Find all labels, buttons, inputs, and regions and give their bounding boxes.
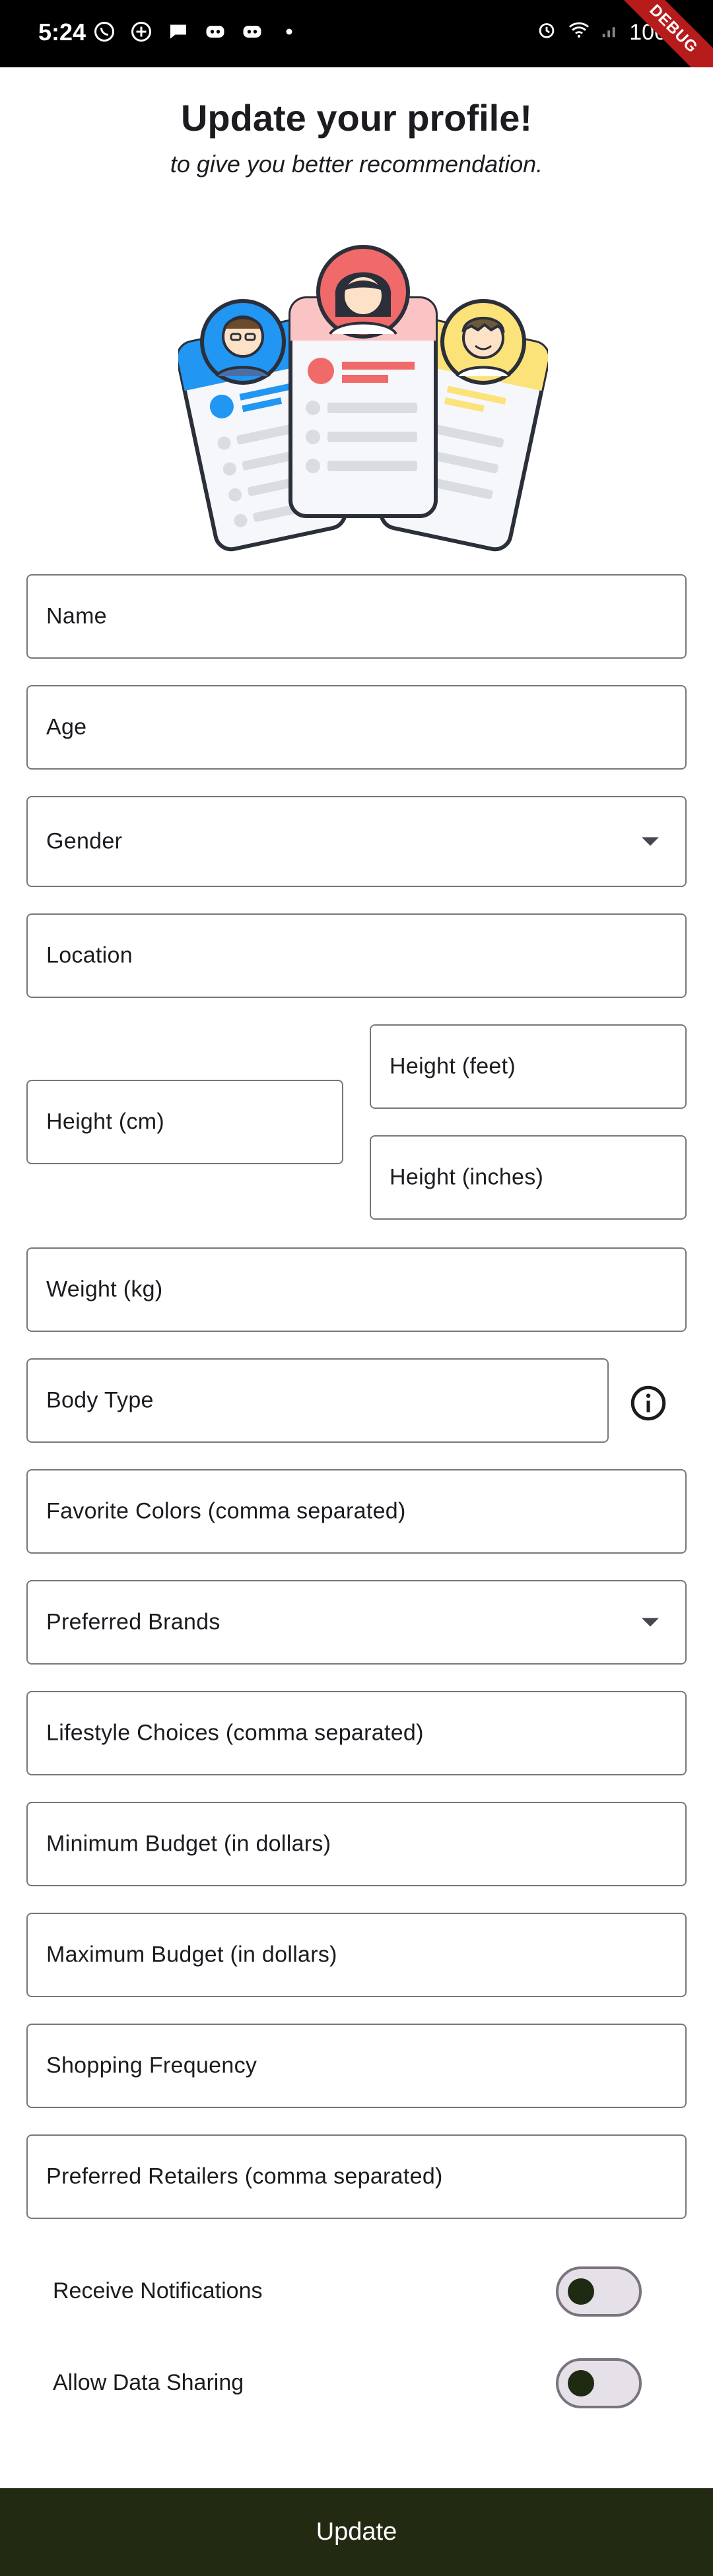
- shopping-frequency-label: Shopping Frequency: [46, 2053, 257, 2078]
- min-budget-label: Minimum Budget (in dollars): [46, 1831, 331, 1857]
- height-inches-label: Height (inches): [390, 1164, 544, 1190]
- discord-icon-2: [240, 20, 264, 44]
- shopping-frequency-field[interactable]: Shopping Frequency: [26, 2024, 687, 2108]
- favorite-colors-label: Favorite Colors (comma separated): [46, 1498, 406, 1524]
- chat-bubble-icon: [166, 20, 190, 44]
- page-title: Update your profile!: [180, 97, 533, 139]
- dropdown-arrow-icon: [642, 837, 659, 846]
- alarm-icon: [535, 18, 558, 47]
- more-dot-icon: [277, 20, 301, 44]
- notifications-switch[interactable]: [556, 2266, 642, 2317]
- switch-knob: [568, 2370, 594, 2396]
- name-label: Name: [46, 603, 107, 629]
- notification-icons: [92, 20, 301, 44]
- height-cm-label: Height (cm): [46, 1109, 164, 1135]
- max-budget-field[interactable]: Maximum Budget (in dollars): [26, 1913, 687, 1997]
- page-subtitle: to give you better recommendation.: [170, 150, 543, 178]
- preferred-brands-label: Preferred Brands: [46, 1609, 221, 1635]
- body-type-field[interactable]: Body Type: [26, 1358, 609, 1443]
- status-bar: 5:24 100 DEBUG: [0, 0, 713, 67]
- preferred-brands-dropdown[interactable]: Preferred Brands: [26, 1580, 687, 1665]
- weight-field[interactable]: Weight (kg): [26, 1247, 687, 1332]
- profile-cards-illustration: [178, 245, 548, 552]
- age-field[interactable]: Age: [26, 685, 687, 770]
- info-icon[interactable]: [628, 1383, 668, 1423]
- max-budget-label: Maximum Budget (in dollars): [46, 1942, 337, 1967]
- wifi-icon: [567, 18, 591, 47]
- data-sharing-label: Allow Data Sharing: [53, 2370, 244, 2395]
- signal-icon: [600, 18, 620, 47]
- switch-knob: [568, 2278, 594, 2305]
- favorite-colors-field[interactable]: Favorite Colors (comma separated): [26, 1469, 687, 1554]
- dropdown-arrow-icon: [642, 1618, 659, 1627]
- height-feet-field[interactable]: Height (feet): [370, 1024, 687, 1109]
- gender-label: Gender: [46, 828, 123, 854]
- body-type-label: Body Type: [46, 1387, 154, 1413]
- height-feet-label: Height (feet): [390, 1053, 516, 1079]
- update-button[interactable]: Update: [0, 2488, 713, 2576]
- notifications-label: Receive Notifications: [53, 2278, 263, 2303]
- age-label: Age: [46, 714, 87, 740]
- whatsapp-icon: [92, 20, 116, 44]
- lifestyle-field[interactable]: Lifestyle Choices (comma separated): [26, 1691, 687, 1775]
- discord-icon: [203, 20, 227, 44]
- gender-dropdown[interactable]: Gender: [26, 796, 687, 887]
- min-budget-field[interactable]: Minimum Budget (in dollars): [26, 1802, 687, 1886]
- location-field[interactable]: Location: [26, 913, 687, 998]
- data-sharing-switch[interactable]: [556, 2358, 642, 2408]
- preferred-retailers-field[interactable]: Preferred Retailers (comma separated): [26, 2134, 687, 2219]
- status-time: 5:24: [38, 18, 86, 46]
- lifestyle-label: Lifestyle Choices (comma separated): [46, 1720, 424, 1746]
- preferred-retailers-label: Preferred Retailers (comma separated): [46, 2163, 443, 2189]
- height-inches-field[interactable]: Height (inches): [370, 1135, 687, 1220]
- name-field[interactable]: Name: [26, 574, 687, 659]
- height-cm-field[interactable]: Height (cm): [26, 1080, 343, 1164]
- location-label: Location: [46, 942, 133, 968]
- add-circle-icon: [129, 20, 153, 44]
- weight-label: Weight (kg): [46, 1276, 163, 1302]
